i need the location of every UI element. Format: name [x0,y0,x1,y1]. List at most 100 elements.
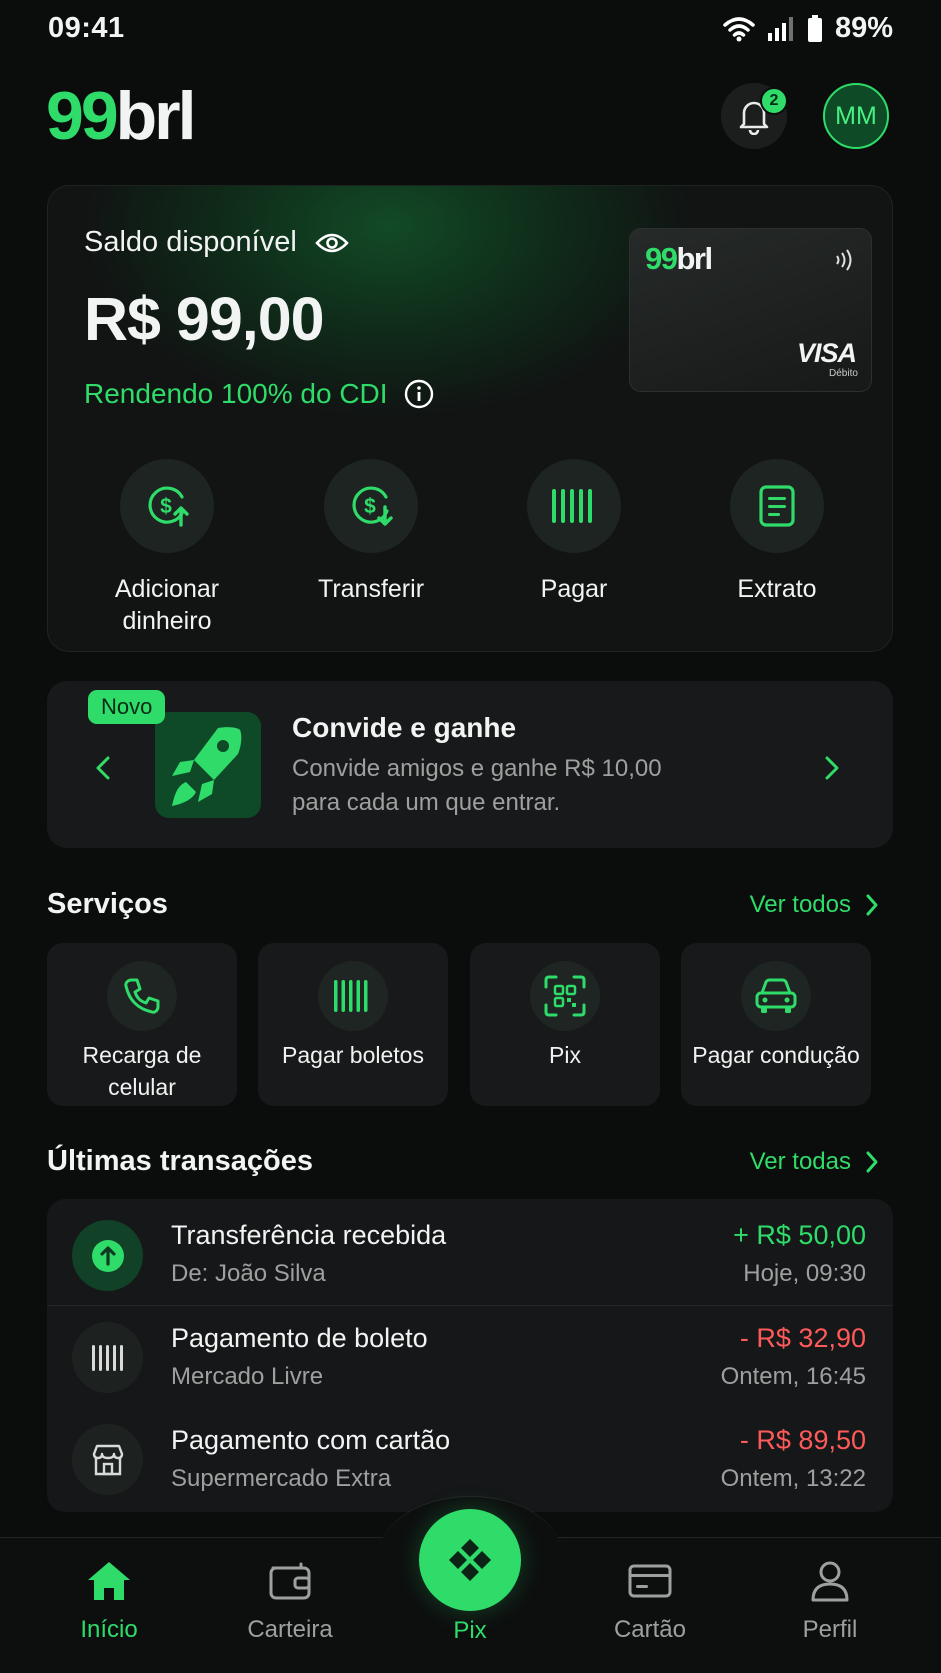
dollar-transfer-icon: $ [352,486,393,526]
transaction-title: Pagamento com cartão [171,1425,451,1455]
transaction-subtitle: De: João Silva [171,1260,326,1287]
status-time: 09:41 [48,12,125,44]
card-brand: VISA [797,338,857,368]
promo-description: Convide amigos e ganhe R$ 10,00 para cad… [292,755,662,816]
rocket-icon [172,727,242,806]
document-icon [759,485,795,527]
action-circle: $ [120,459,214,553]
nav-profile[interactable]: Perfil [760,1560,900,1644]
transaction-amount: + R$ 50,00 [733,1220,866,1250]
contactless-icon [836,249,852,271]
user-icon [811,1561,849,1602]
action-label: Extrato [737,575,817,603]
signal-icon [767,16,793,41]
yield-text: Rendendo 100% do CDI [84,378,388,409]
avatar[interactable]: MM [823,83,889,149]
action-add-money[interactable]: $ Adicionar dinheiro [87,459,247,637]
transaction-icon-wrap [72,1424,143,1495]
see-all-label: Ver todos [749,891,851,918]
transaction-title: Pagamento de boleto [171,1323,428,1353]
transaction-row[interactable] [47,1202,893,1306]
transaction-time: Ontem, 13:22 [720,1465,866,1492]
action-label: Pagar [540,575,608,603]
chevron-left-icon [96,756,110,780]
service-label: Recarga de celular [82,1042,202,1100]
barcode-icon [552,489,592,523]
transaction-amount: - R$ 32,90 [739,1323,866,1353]
promo-image [155,712,261,818]
promo-next-button[interactable] [817,750,847,786]
action-label: Transferir [317,575,425,603]
notification-badge: 2 [760,87,788,115]
service-pay-bills[interactable]: Pagar boletos [258,943,448,1106]
action-transfer[interactable]: $ Transferir [291,459,451,605]
service-circle [741,961,811,1031]
balance-label: Saldo disponível [84,226,349,259]
battery-percent: 89% [834,12,893,44]
transaction-amount: - R$ 89,50 [739,1425,866,1455]
balance-label-text: Saldo disponível [84,226,297,258]
wallet-icon [269,1562,311,1600]
dollar-add-icon: $ [148,486,189,527]
info-icon[interactable] [404,379,434,409]
barcode-icon [91,1344,123,1371]
chevron-right-icon [866,1151,878,1173]
action-circle [527,459,621,553]
nav-home[interactable]: Início [39,1560,179,1644]
service-label: Pagar boletos [282,1042,424,1068]
nav-pix[interactable] [419,1509,521,1611]
new-badge: Novo [88,690,166,724]
services-see-all[interactable]: Ver todos [750,891,879,919]
action-pay[interactable]: Pagar [494,459,654,605]
transaction-row[interactable] [47,1306,893,1410]
transactions-see-all[interactable]: Ver todas [750,1148,879,1176]
transactions-title: Últimas transações [47,1145,313,1177]
nav-label: Início [80,1616,138,1643]
svg-text:$: $ [160,495,172,518]
card-logo: 99brl [645,241,713,276]
balance-value: R$ 99,00 [84,285,325,353]
action-circle: $ [324,459,418,553]
card-icon [628,1564,672,1598]
chevron-right-icon [825,756,839,780]
car-icon [755,978,797,1013]
transaction-time: Ontem, 16:45 [720,1363,866,1390]
service-mobile-recharge[interactable]: Recarga de celular [47,943,237,1106]
transaction-icon-wrap [72,1220,143,1291]
store-icon [92,1444,123,1475]
action-label: Adicionar dinheiro [114,575,220,635]
wifi-icon [723,16,755,41]
home-icon [88,1562,130,1600]
see-all-label: Ver todas [749,1148,851,1175]
promo-prev-button[interactable] [88,750,118,786]
transaction-title: Transferência recebida [171,1220,447,1250]
transaction-subtitle: Supermercado Extra [171,1465,392,1492]
chevron-right-icon [866,894,878,916]
service-circle [107,961,177,1031]
nav-wallet[interactable]: Carteira [220,1560,360,1644]
app-logo: 99brl [46,78,197,154]
eye-icon[interactable] [315,231,349,255]
action-circle [730,459,824,553]
service-label: Pix [549,1042,581,1068]
pix-icon [449,1539,491,1581]
nav-label: Carteira [247,1616,333,1643]
nav-pix-label: Pix [453,1617,487,1644]
nav-label: Perfil [802,1616,858,1643]
service-circle [318,961,388,1031]
phone-icon [124,978,160,1014]
svg-text:$: $ [364,495,376,518]
service-circle [530,961,600,1031]
transaction-icon-wrap [72,1322,143,1393]
service-label: Pagar condução [692,1042,860,1068]
battery-icon [807,14,822,42]
nav-label: Cartão [613,1616,687,1643]
barcode-icon [334,980,368,1012]
transaction-time: Hoje, 09:30 [743,1260,866,1287]
service-pix[interactable]: Pix [470,943,660,1106]
status-icons: 89% [723,12,893,45]
yield-info: Rendendo 100% do CDI [84,378,434,410]
service-pay-transit[interactable]: Pagar condução [681,943,871,1106]
nav-card[interactable]: Cartão [580,1560,720,1644]
action-statement[interactable]: Extrato [697,459,857,605]
